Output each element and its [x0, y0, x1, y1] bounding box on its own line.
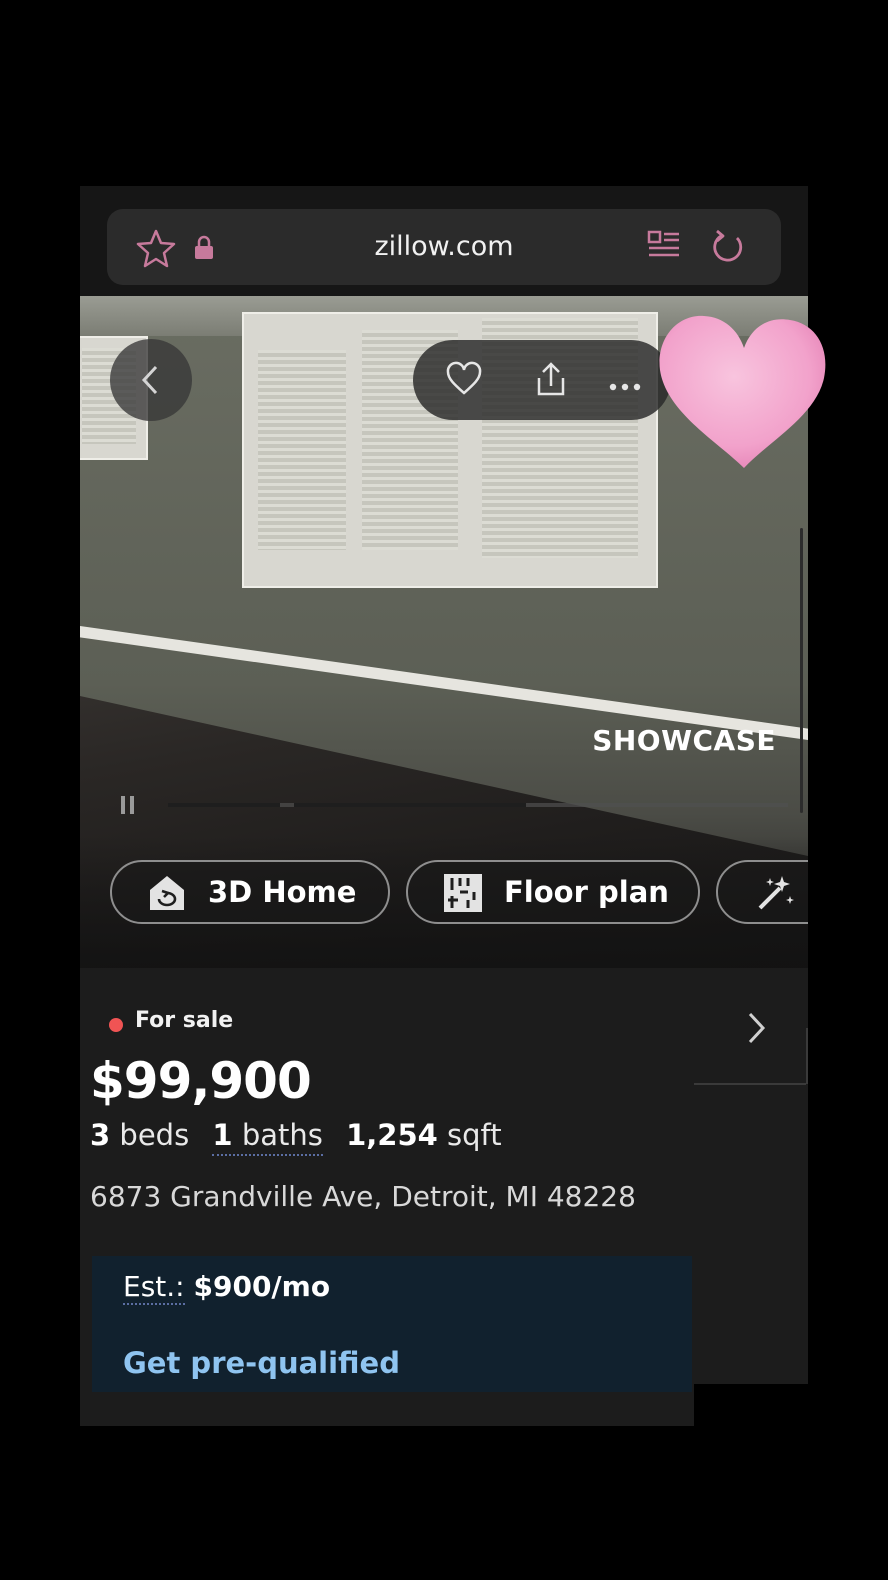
side-panel-edge — [806, 1028, 808, 1084]
baths-count: 1 — [212, 1118, 233, 1152]
reader-mode-icon[interactable] — [647, 229, 681, 267]
side-panel-divider — [694, 1083, 806, 1085]
pause-icon[interactable] — [120, 796, 136, 814]
heart-save-icon[interactable] — [445, 360, 483, 402]
slideshow-progress[interactable] — [168, 803, 788, 807]
sqft-count: 1,254 — [346, 1118, 438, 1152]
beds-label: beds — [119, 1118, 190, 1152]
estimate-value: $900/mo — [193, 1270, 331, 1303]
status-dot — [109, 1018, 123, 1032]
screen-corner — [694, 1384, 808, 1426]
estimate-label[interactable]: Est.: — [123, 1270, 185, 1305]
listing-actions — [413, 340, 671, 420]
progress-segment — [294, 803, 526, 807]
magic-wand-icon — [754, 872, 796, 921]
reload-icon[interactable] — [707, 227, 747, 271]
address-bar[interactable]: zillow.com — [107, 209, 781, 285]
chevron-left-icon — [141, 365, 158, 395]
get-prequalified-link[interactable]: Get pre-qualified — [123, 1346, 400, 1380]
chip-floor-plan-label: Floor plan — [504, 875, 669, 909]
progress-segment — [168, 803, 280, 807]
chip-3d-home-label: 3D Home — [208, 875, 357, 909]
chip-virtual-staging[interactable] — [716, 860, 808, 924]
estimate-line: Est.: $900/mo — [123, 1270, 331, 1305]
3d-home-icon — [146, 872, 188, 921]
scrollbar[interactable] — [800, 528, 803, 813]
browser-toolbar: zillow.com — [80, 186, 808, 296]
baths-label: baths — [241, 1118, 323, 1152]
share-icon[interactable] — [531, 360, 571, 404]
status-badge: For sale — [135, 1008, 234, 1033]
sqft-label: sqft — [447, 1118, 502, 1152]
showcase-badge: SHOWCASE — [592, 724, 776, 757]
listing-address: 6873 Grandville Ave, Detroit, MI 48228 — [90, 1180, 636, 1213]
floor-plan-icon — [442, 872, 484, 921]
beds-count: 3 — [90, 1118, 111, 1152]
home-facts: 3 beds 1 baths 1,254 sqft — [90, 1118, 502, 1156]
chip-floor-plan[interactable]: Floor plan — [406, 860, 700, 924]
payment-estimate-card: Est.: $900/mo Get pre-qualified — [92, 1256, 692, 1392]
more-options-icon[interactable] — [609, 376, 641, 395]
back-button[interactable] — [110, 339, 192, 421]
chevron-right-icon[interactable] — [744, 1010, 768, 1050]
photo-window-pane-1 — [258, 350, 346, 550]
baths-info[interactable]: 1 baths — [212, 1118, 323, 1156]
heart-sticker-icon — [659, 315, 826, 468]
listing-price: $99,900 — [90, 1052, 312, 1110]
chip-3d-home[interactable]: 3D Home — [110, 860, 390, 924]
